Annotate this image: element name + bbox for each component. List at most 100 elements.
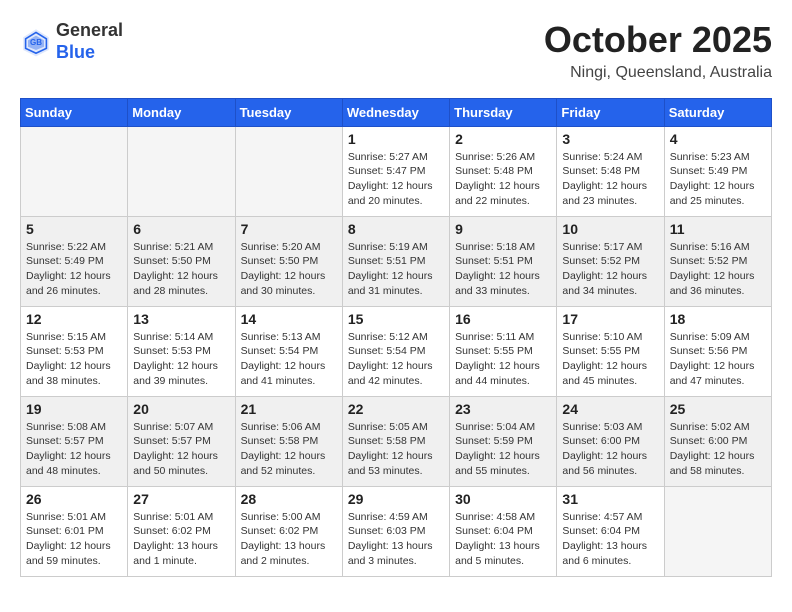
day-info: Sunrise: 5:16 AM Sunset: 5:52 PM Dayligh… xyxy=(670,240,766,299)
day-info: Sunrise: 5:12 AM Sunset: 5:54 PM Dayligh… xyxy=(348,330,444,389)
day-number: 1 xyxy=(348,131,444,147)
calendar-cell: 16Sunrise: 5:11 AM Sunset: 5:55 PM Dayli… xyxy=(450,306,557,396)
week-row-3: 12 Sunrise: 5:15 AM Sunset: 5:53 PM Dayli… xyxy=(21,306,772,396)
calendar-cell xyxy=(128,126,235,216)
day-number: 21 xyxy=(241,401,337,417)
day-info: Sunrise: 5:19 AM Sunset: 5:51 PM Dayligh… xyxy=(348,240,444,299)
day-number: 6 xyxy=(133,221,229,237)
day-info: Sunrise: 5:14 AM Sunset: 5:53 PM Dayligh… xyxy=(133,330,229,389)
day-number: 24 xyxy=(562,401,658,417)
day-info: Sunrise: 5:23 AM Sunset: 5:49 PM Dayligh… xyxy=(670,150,766,209)
calendar-cell xyxy=(664,486,771,576)
calendar-cell: 25Sunrise: 5:02 AM Sunset: 6:00 PM Dayli… xyxy=(664,396,771,486)
calendar-cell: 31Sunrise: 4:57 AM Sunset: 6:04 PM Dayli… xyxy=(557,486,664,576)
day-number: 2 xyxy=(455,131,551,147)
month-title: October 2025 xyxy=(544,20,772,60)
weekday-header-row: SundayMondayTuesdayWednesdayThursdayFrid… xyxy=(21,98,772,126)
day-info: Sunrise: 4:59 AM Sunset: 6:03 PM Dayligh… xyxy=(348,510,444,569)
day-number: 19 xyxy=(26,401,122,417)
day-info: Sunrise: 5:04 AM Sunset: 5:59 PM Dayligh… xyxy=(455,420,551,479)
week-row-1: 1 Sunrise: 5:27 AM Sunset: 5:47 PM Daylig… xyxy=(21,126,772,216)
day-info: Sunrise: 5:20 AM Sunset: 5:50 PM Dayligh… xyxy=(241,240,337,299)
day-info: Sunrise: 4:58 AM Sunset: 6:04 PM Dayligh… xyxy=(455,510,551,569)
calendar-cell: 30 Sunrise: 4:58 AM Sunset: 6:04 PM Dayli… xyxy=(450,486,557,576)
calendar-cell: 23Sunrise: 5:04 AM Sunset: 5:59 PM Dayli… xyxy=(450,396,557,486)
day-info: Sunrise: 5:26 AM Sunset: 5:48 PM Dayligh… xyxy=(455,150,551,209)
weekday-header-thursday: Thursday xyxy=(450,98,557,126)
day-number: 26 xyxy=(26,491,122,507)
day-number: 18 xyxy=(670,311,766,327)
day-number: 15 xyxy=(348,311,444,327)
calendar-cell: 17 Sunrise: 5:10 AM Sunset: 5:55 PM Dayli… xyxy=(557,306,664,396)
calendar-cell: 4 Sunrise: 5:23 AM Sunset: 5:49 PM Daylig… xyxy=(664,126,771,216)
day-number: 14 xyxy=(241,311,337,327)
calendar-cell: 11Sunrise: 5:16 AM Sunset: 5:52 PM Dayli… xyxy=(664,216,771,306)
day-info: Sunrise: 5:22 AM Sunset: 5:49 PM Dayligh… xyxy=(26,240,122,299)
calendar-cell: 7Sunrise: 5:20 AM Sunset: 5:50 PM Daylig… xyxy=(235,216,342,306)
day-number: 16 xyxy=(455,311,551,327)
weekday-header-sunday: Sunday xyxy=(21,98,128,126)
day-number: 31 xyxy=(562,491,658,507)
calendar-cell: 28Sunrise: 5:00 AM Sunset: 6:02 PM Dayli… xyxy=(235,486,342,576)
calendar-cell: 13Sunrise: 5:14 AM Sunset: 5:53 PM Dayli… xyxy=(128,306,235,396)
day-number: 10 xyxy=(562,221,658,237)
day-info: Sunrise: 5:01 AM Sunset: 6:02 PM Dayligh… xyxy=(133,510,229,569)
day-number: 8 xyxy=(348,221,444,237)
calendar: SundayMondayTuesdayWednesdayThursdayFrid… xyxy=(20,98,772,577)
day-number: 9 xyxy=(455,221,551,237)
calendar-cell: 14 Sunrise: 5:13 AM Sunset: 5:54 PM Dayli… xyxy=(235,306,342,396)
calendar-cell: 18Sunrise: 5:09 AM Sunset: 5:56 PM Dayli… xyxy=(664,306,771,396)
day-info: Sunrise: 5:01 AM Sunset: 6:01 PM Dayligh… xyxy=(26,510,122,569)
day-number: 3 xyxy=(562,131,658,147)
calendar-cell: 21 Sunrise: 5:06 AM Sunset: 5:58 PM Dayli… xyxy=(235,396,342,486)
day-info: Sunrise: 5:13 AM Sunset: 5:54 PM Dayligh… xyxy=(241,330,337,389)
day-info: Sunrise: 5:02 AM Sunset: 6:00 PM Dayligh… xyxy=(670,420,766,479)
calendar-cell: 22 Sunrise: 5:05 AM Sunset: 5:58 PM Dayli… xyxy=(342,396,449,486)
calendar-cell xyxy=(21,126,128,216)
calendar-cell: 24 Sunrise: 5:03 AM Sunset: 6:00 PM Dayli… xyxy=(557,396,664,486)
weekday-header-friday: Friday xyxy=(557,98,664,126)
week-row-2: 5 Sunrise: 5:22 AM Sunset: 5:49 PM Daylig… xyxy=(21,216,772,306)
weekday-header-wednesday: Wednesday xyxy=(342,98,449,126)
calendar-cell: 12 Sunrise: 5:15 AM Sunset: 5:53 PM Dayli… xyxy=(21,306,128,396)
day-info: Sunrise: 5:03 AM Sunset: 6:00 PM Dayligh… xyxy=(562,420,658,479)
calendar-cell: 10 Sunrise: 5:17 AM Sunset: 5:52 PM Dayli… xyxy=(557,216,664,306)
logo-text: General Blue xyxy=(56,20,123,63)
day-info: Sunrise: 5:21 AM Sunset: 5:50 PM Dayligh… xyxy=(133,240,229,299)
calendar-cell: 2 Sunrise: 5:26 AM Sunset: 5:48 PM Daylig… xyxy=(450,126,557,216)
calendar-cell: 27 Sunrise: 5:01 AM Sunset: 6:02 PM Dayli… xyxy=(128,486,235,576)
day-info: Sunrise: 5:05 AM Sunset: 5:58 PM Dayligh… xyxy=(348,420,444,479)
day-info: Sunrise: 5:17 AM Sunset: 5:52 PM Dayligh… xyxy=(562,240,658,299)
day-number: 29 xyxy=(348,491,444,507)
calendar-cell: 5 Sunrise: 5:22 AM Sunset: 5:49 PM Daylig… xyxy=(21,216,128,306)
day-number: 30 xyxy=(455,491,551,507)
day-number: 20 xyxy=(133,401,229,417)
day-info: Sunrise: 5:06 AM Sunset: 5:58 PM Dayligh… xyxy=(241,420,337,479)
week-row-5: 26 Sunrise: 5:01 AM Sunset: 6:01 PM Dayli… xyxy=(21,486,772,576)
page-header: GB General Blue October 2025 Ningi, Quee… xyxy=(20,20,772,82)
day-info: Sunrise: 5:15 AM Sunset: 5:53 PM Dayligh… xyxy=(26,330,122,389)
weekday-header-tuesday: Tuesday xyxy=(235,98,342,126)
day-number: 28 xyxy=(241,491,337,507)
day-number: 17 xyxy=(562,311,658,327)
calendar-cell: 3Sunrise: 5:24 AM Sunset: 5:48 PM Daylig… xyxy=(557,126,664,216)
day-info: Sunrise: 5:08 AM Sunset: 5:57 PM Dayligh… xyxy=(26,420,122,479)
day-info: Sunrise: 5:27 AM Sunset: 5:47 PM Dayligh… xyxy=(348,150,444,209)
day-number: 22 xyxy=(348,401,444,417)
weekday-header-saturday: Saturday xyxy=(664,98,771,126)
location: Ningi, Queensland, Australia xyxy=(544,64,772,82)
calendar-cell: 29 Sunrise: 4:59 AM Sunset: 6:03 PM Dayli… xyxy=(342,486,449,576)
day-number: 4 xyxy=(670,131,766,147)
day-info: Sunrise: 5:18 AM Sunset: 5:51 PM Dayligh… xyxy=(455,240,551,299)
logo: GB General Blue xyxy=(20,20,123,63)
calendar-cell xyxy=(235,126,342,216)
day-number: 12 xyxy=(26,311,122,327)
weekday-header-monday: Monday xyxy=(128,98,235,126)
day-info: Sunrise: 5:07 AM Sunset: 5:57 PM Dayligh… xyxy=(133,420,229,479)
day-info: Sunrise: 5:10 AM Sunset: 5:55 PM Dayligh… xyxy=(562,330,658,389)
calendar-cell: 8 Sunrise: 5:19 AM Sunset: 5:51 PM Daylig… xyxy=(342,216,449,306)
day-number: 27 xyxy=(133,491,229,507)
calendar-cell: 1 Sunrise: 5:27 AM Sunset: 5:47 PM Daylig… xyxy=(342,126,449,216)
day-number: 5 xyxy=(26,221,122,237)
calendar-cell: 26 Sunrise: 5:01 AM Sunset: 6:01 PM Dayli… xyxy=(21,486,128,576)
